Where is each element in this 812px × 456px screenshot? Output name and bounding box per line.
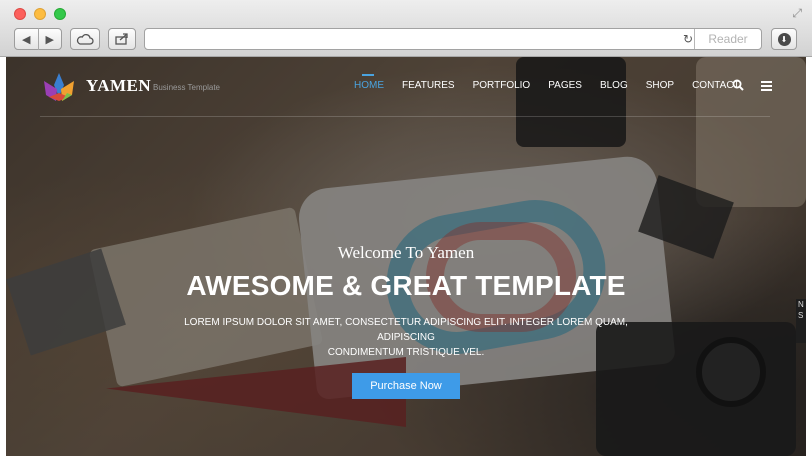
yamen-logo-icon[interactable] (40, 71, 78, 103)
back-forward-buttons: ◀ ▶ (14, 28, 62, 50)
hero-welcome: Welcome To Yamen (337, 243, 475, 262)
main-nav: HOME FEATURES PORTFOLIO PAGES BLOG SHOP … (354, 74, 740, 91)
browser-window: ⤢ ◀ ▶ ↻ Reader ⬇ YAMEN Business Template… (0, 0, 812, 456)
share-button[interactable] (108, 28, 136, 50)
reload-icon[interactable]: ↻ (683, 32, 693, 46)
icloud-tabs-button[interactable] (70, 28, 100, 50)
hero-subtext-line: LOREM IPSUM DOLOR SIT AMET, CONSECTETUR … (184, 317, 628, 343)
nav-item-features[interactable]: FEATURES (402, 80, 455, 91)
downloads-button[interactable]: ⬇ (771, 28, 797, 50)
nav-item-portfolio[interactable]: PORTFOLIO (473, 80, 531, 91)
minimize-window-button[interactable] (34, 8, 46, 20)
brand-name[interactable]: YAMEN (86, 76, 151, 96)
hamburger-menu-icon[interactable] (761, 81, 772, 91)
cloud-icon (76, 33, 94, 45)
header-divider (40, 116, 770, 117)
nav-item-blog[interactable]: BLOG (600, 80, 628, 91)
address-bar[interactable]: ↻ Reader (144, 28, 762, 50)
share-icon (115, 33, 128, 45)
nav-item-home[interactable]: HOME (354, 74, 384, 91)
search-icon[interactable] (732, 79, 744, 91)
nav-item-shop[interactable]: SHOP (646, 80, 674, 91)
purchase-now-button[interactable]: Purchase Now (352, 373, 460, 399)
site-header: YAMEN Business Template HOME FEATURES PO… (6, 57, 806, 117)
close-window-button[interactable] (14, 8, 26, 20)
forward-button[interactable]: ▶ (39, 33, 62, 46)
web-page: YAMEN Business Template HOME FEATURES PO… (6, 57, 806, 456)
fullscreen-icon[interactable]: ⤢ (792, 6, 802, 21)
browser-toolbar: ⤢ ◀ ▶ ↻ Reader ⬇ (0, 0, 812, 57)
download-icon: ⬇ (777, 32, 791, 46)
reader-button[interactable]: Reader (694, 29, 761, 49)
zoom-window-button[interactable] (54, 8, 66, 20)
hero-subtext-line: CONDIMENTUM TRISTIQUE VEL. (327, 347, 485, 358)
side-panel-tab-label: N (798, 300, 804, 309)
side-panel-tab[interactable]: N S (796, 299, 806, 343)
hero-subtext: LOREM IPSUM DOLOR SIT AMET, CONSECTETUR … (156, 315, 656, 360)
brand-tagline: Business Template (153, 83, 220, 92)
side-panel-tab-label: S (798, 311, 804, 320)
back-button[interactable]: ◀ (15, 33, 38, 46)
hero-headline: AWESOME & GREAT TEMPLATE (186, 270, 626, 301)
nav-item-pages[interactable]: PAGES (548, 80, 582, 91)
